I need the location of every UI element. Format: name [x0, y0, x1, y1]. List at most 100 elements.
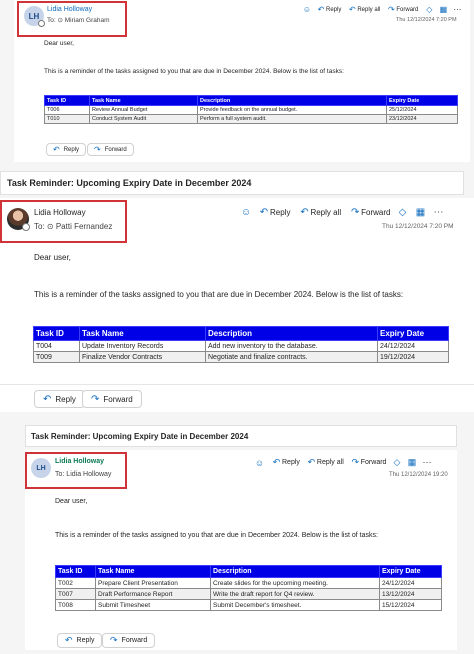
forward-icon: ↷: [388, 5, 395, 14]
reply-button[interactable]: ↶ Reply: [271, 457, 300, 468]
description-cell: Negotiate and finalize contracts.: [205, 351, 378, 363]
reply-all-icon: ↶: [348, 5, 356, 14]
reply-label: Reply: [282, 459, 300, 466]
column-header: Task Name: [79, 326, 206, 341]
footer-forward-button[interactable]: ↷ Forward: [82, 390, 142, 408]
reply-all-label: Reply all: [310, 208, 342, 217]
forward-label: Forward: [360, 459, 387, 466]
reply-label: Reply: [326, 6, 342, 13]
task-name-cell: Review Annual Budget: [89, 105, 198, 115]
more-options-icon[interactable]: ⋯: [452, 5, 462, 14]
link-icon[interactable]: ◇: [396, 207, 408, 218]
apps-grid-icon[interactable]: ▦: [406, 457, 417, 468]
email-subject: Task Reminder: Upcoming Expiry Date in D…: [7, 178, 252, 188]
expiry-date-cell: 25/12/2024: [386, 105, 458, 115]
sender-highlight-box: [25, 452, 127, 489]
expiry-date-cell: 24/12/2024: [379, 577, 442, 589]
task-name-cell: Finalize Vendor Contracts: [79, 351, 206, 363]
forward-icon: ↷: [350, 207, 360, 218]
description-cell: Submit December's timesheet.: [210, 599, 380, 611]
reply-all-label: Reply all: [357, 6, 381, 13]
footer-divider: [0, 384, 474, 385]
table-header-row: Task ID Task Name Description Expiry Dat…: [33, 326, 449, 341]
reply-label: Reply: [270, 208, 291, 217]
message-date: Thu 12/12/2024 7:20 PM: [396, 17, 457, 23]
footer-forward-button[interactable]: ↷ Forward: [87, 143, 134, 156]
reply-all-button[interactable]: ↶ Reply all: [347, 5, 380, 14]
forward-icon: ↷: [94, 145, 101, 154]
reply-label: Reply: [76, 637, 95, 644]
more-options-icon[interactable]: ⋯: [432, 207, 444, 218]
reply-icon: ↶: [43, 393, 52, 405]
task-name-cell: Prepare Client Presentation: [95, 577, 211, 589]
task-name-cell: Update Inventory Records: [79, 340, 206, 352]
intro-text: This is a reminder of the tasks assigned…: [34, 290, 404, 299]
reply-icon: ↶: [317, 5, 325, 14]
forward-label: Forward: [121, 637, 148, 644]
description-cell: Write the draft report for Q4 review.: [210, 588, 380, 600]
expiry-date-cell: 24/12/2024: [377, 340, 449, 352]
reply-all-button[interactable]: ↶ Reply all: [306, 457, 344, 468]
reply-label: Reply: [55, 394, 76, 404]
description-cell: Create slides for the upcoming meeting.: [210, 577, 380, 589]
message-date: Thu 12/12/2024 7:20 PM: [382, 223, 454, 230]
emoji-icon[interactable]: ☺: [240, 207, 252, 218]
table-row: T009 Finalize Vendor Contracts Negotiate…: [33, 351, 449, 363]
column-header: Description: [210, 565, 380, 578]
more-options-icon[interactable]: ⋯: [421, 457, 432, 468]
footer-reply-button[interactable]: ↶ Reply: [57, 633, 103, 648]
greeting-text: Dear user,: [34, 253, 71, 262]
message-toolbar: ☺ ↶ Reply ↶ Reply all ↷ Forward ◇ ▦ ⋯: [240, 207, 444, 218]
emoji-icon[interactable]: ☺: [302, 5, 312, 14]
table-row: T008 Submit Timesheet Submit December's …: [55, 599, 442, 611]
footer-reply-button[interactable]: ↶ Reply: [34, 390, 85, 408]
reply-all-button[interactable]: ↶ Reply all: [298, 207, 341, 218]
table-header-row: Task ID Task Name Description Expiry Dat…: [55, 565, 442, 578]
sender-highlight-box: [0, 200, 127, 243]
description-cell: Perform a full system audit.: [197, 114, 387, 124]
task-id-cell: T009: [33, 351, 80, 363]
link-icon[interactable]: ◇: [391, 457, 402, 468]
reply-button[interactable]: ↶ Reply: [258, 207, 291, 218]
subject-bar: Task Reminder: Upcoming Expiry Date in D…: [25, 425, 457, 447]
column-header: Task ID: [33, 326, 80, 341]
footer-reply-button[interactable]: ↶ Reply: [46, 143, 87, 156]
task-id-cell: T006: [44, 105, 90, 115]
email-subject: Task Reminder: Upcoming Expiry Date in D…: [31, 431, 249, 441]
forward-button[interactable]: ↷ Forward: [386, 5, 418, 14]
forward-button[interactable]: ↷ Forward: [349, 207, 391, 218]
description-cell: Provide feedback on the annual budget.: [197, 105, 387, 115]
intro-text: This is a reminder of the tasks assigned…: [55, 532, 378, 539]
expiry-date-cell: 23/12/2024: [386, 114, 458, 124]
column-header: Expiry Date: [377, 326, 449, 341]
reply-button[interactable]: ↶ Reply: [316, 5, 342, 14]
column-header: Expiry Date: [379, 565, 442, 578]
footer-forward-button[interactable]: ↷ Forward: [102, 633, 156, 648]
reply-icon: ↶: [65, 635, 73, 645]
table-row: T002 Prepare Client Presentation Create …: [55, 577, 442, 589]
task-table: Task ID Task Name Description Expiry Dat…: [55, 565, 442, 611]
expiry-date-cell: 19/12/2024: [377, 351, 449, 363]
forward-label: Forward: [104, 146, 127, 153]
task-table: Task ID Task Name Description Expiry Dat…: [33, 326, 449, 363]
table-row: T007 Draft Performance Report Write the …: [55, 588, 442, 600]
column-header: Description: [205, 326, 378, 341]
emoji-icon[interactable]: ☺: [254, 458, 265, 468]
reply-all-icon: ↶: [307, 457, 316, 467]
sender-highlight-box: [17, 1, 127, 37]
forward-icon: ↷: [110, 635, 118, 645]
forward-button[interactable]: ↷ Forward: [350, 457, 387, 468]
column-header: Description: [197, 95, 387, 106]
task-id-cell: T004: [33, 340, 80, 352]
forward-label: Forward: [103, 394, 133, 404]
message-toolbar: ☺ ↶ Reply ↶ Reply all ↷ Forward ◇ ▦ ⋯: [302, 5, 462, 14]
message-date: Thu 12/12/2024 19:20: [389, 472, 448, 478]
link-icon[interactable]: ◇: [424, 5, 434, 14]
task-id-cell: T010: [44, 114, 90, 124]
greeting-text: Dear user,: [44, 40, 74, 47]
reply-label: Reply: [63, 146, 80, 153]
apps-grid-icon[interactable]: ▦: [414, 207, 426, 218]
table-row: T010 Conduct System Audit Perform a full…: [44, 114, 458, 124]
message-toolbar: ☺ ↶ Reply ↶ Reply all ↷ Forward ◇ ▦ ⋯: [254, 457, 432, 468]
apps-grid-icon[interactable]: ▦: [438, 5, 448, 14]
